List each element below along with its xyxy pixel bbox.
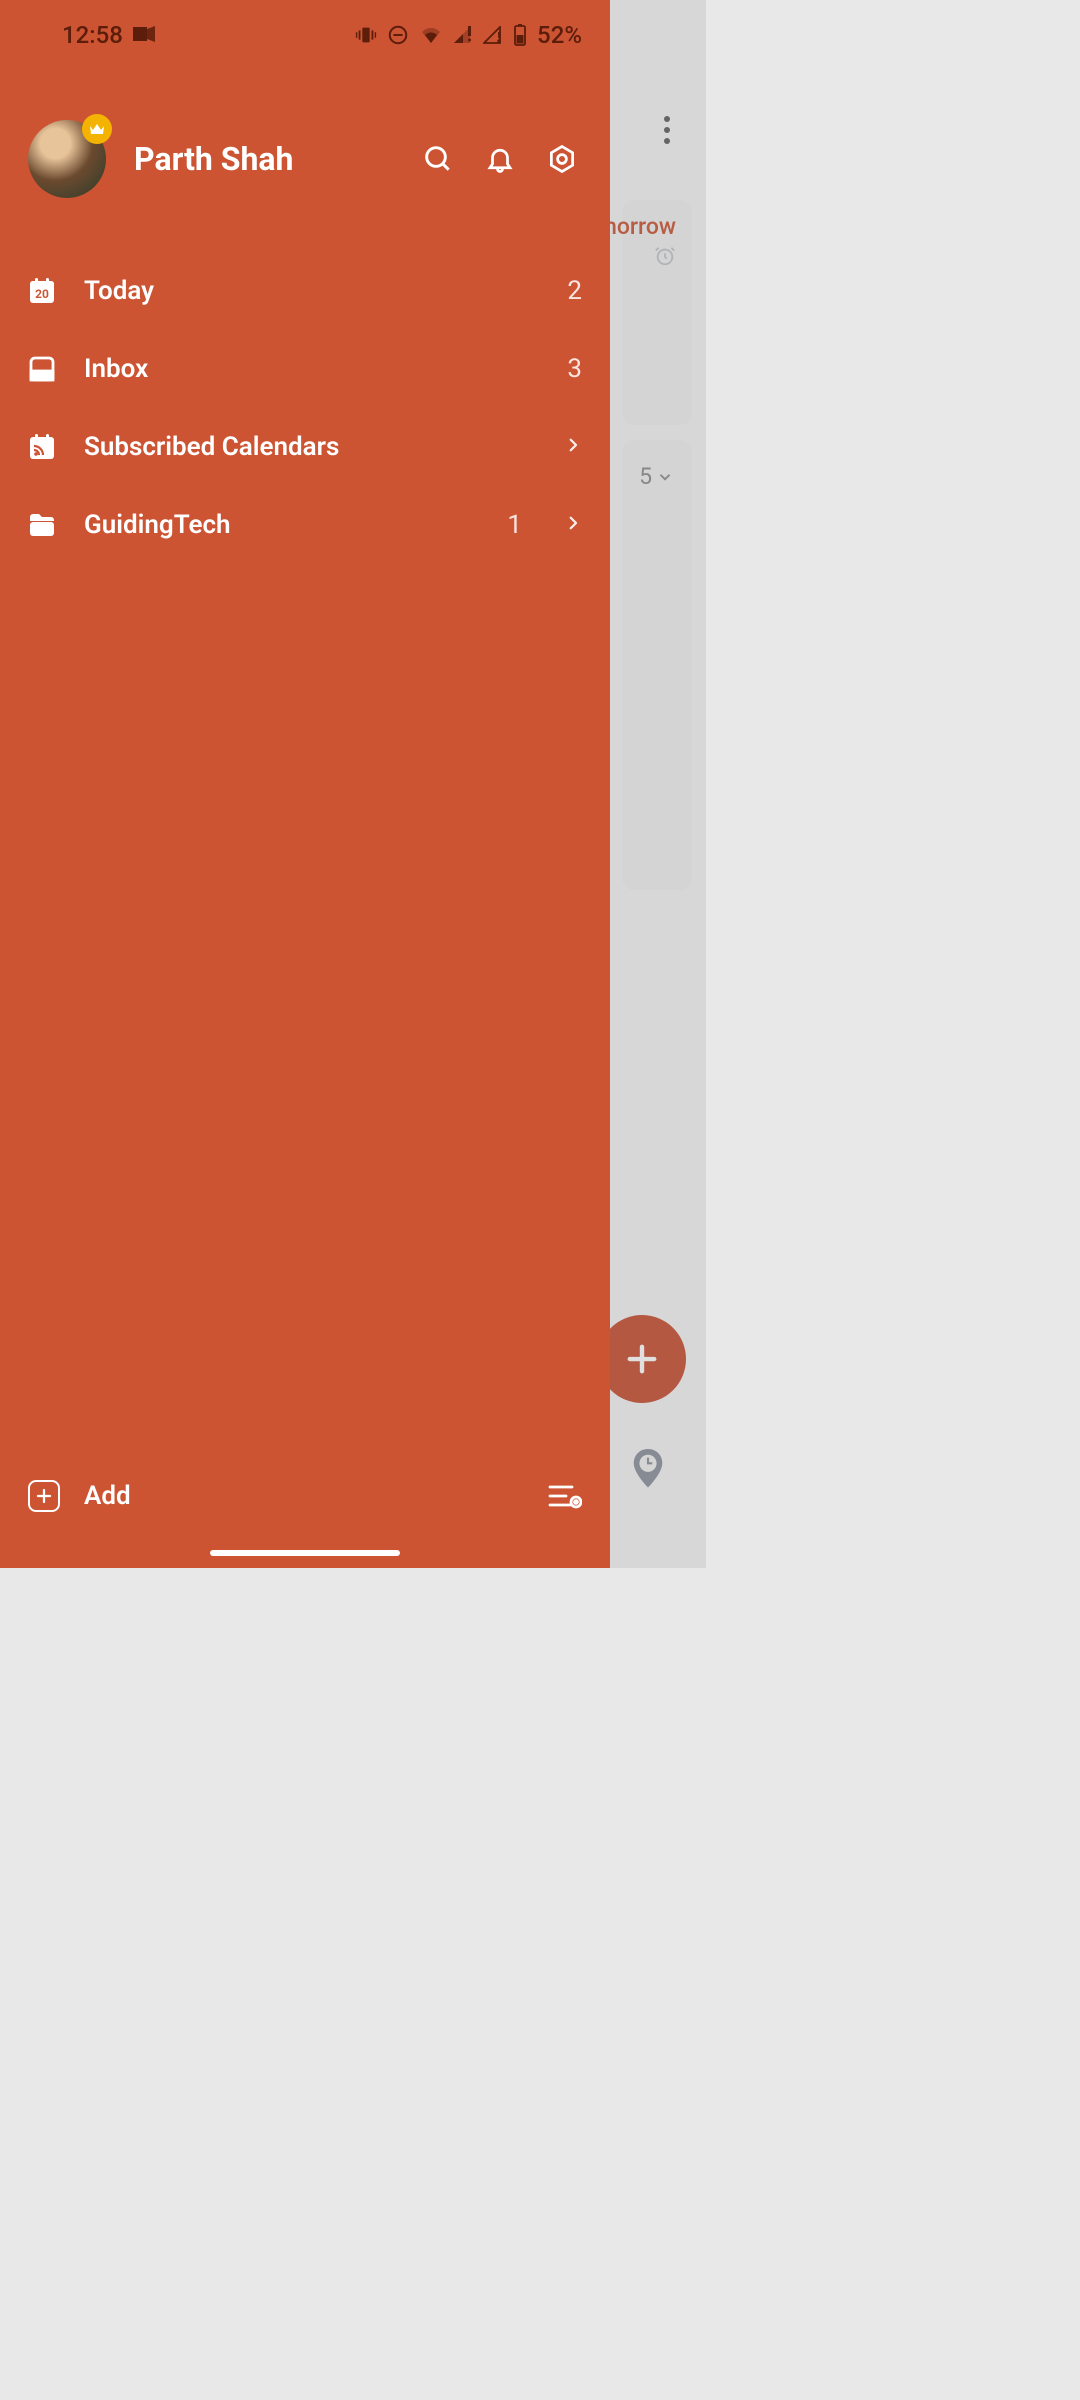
navigation-drawer: 12:58 52% bbox=[0, 0, 610, 1568]
signal-2-icon bbox=[483, 26, 503, 44]
chevron-right-icon bbox=[564, 514, 582, 536]
wifi-icon bbox=[419, 25, 443, 45]
menu-count: 1 bbox=[502, 510, 522, 540]
chevron-right-icon bbox=[564, 436, 582, 458]
vibrate-icon bbox=[355, 24, 377, 46]
menu-item-inbox[interactable]: Inbox 3 bbox=[0, 330, 610, 408]
outlook-icon bbox=[133, 21, 157, 49]
menu-label: GuidingTech bbox=[84, 510, 474, 540]
svg-text:20: 20 bbox=[35, 287, 49, 301]
status-battery-percent: 52% bbox=[537, 21, 582, 49]
menu-item-guidingtech[interactable]: GuidingTech 1 bbox=[0, 486, 610, 564]
add-icon[interactable] bbox=[28, 1480, 60, 1512]
profile-row[interactable]: Parth Shah bbox=[0, 70, 610, 222]
add-label[interactable]: Add bbox=[84, 1481, 548, 1511]
bell-icon[interactable] bbox=[480, 139, 520, 179]
menu-item-calendars[interactable]: Subscribed Calendars bbox=[0, 408, 610, 486]
battery-icon bbox=[513, 24, 527, 46]
navigation-handle[interactable] bbox=[210, 1550, 400, 1556]
menu-count: 3 bbox=[562, 354, 582, 384]
folder-icon bbox=[28, 511, 56, 539]
profile-name: Parth Shah bbox=[134, 140, 390, 178]
menu-item-today[interactable]: 20 Today 2 bbox=[0, 252, 610, 330]
menu-label: Today bbox=[84, 276, 534, 306]
calendar-day-icon: 20 bbox=[28, 277, 56, 305]
settings-icon[interactable] bbox=[542, 139, 582, 179]
dnd-icon bbox=[387, 24, 409, 46]
menu-list: 20 Today 2 Inbox 3 Subscribed Calendars bbox=[0, 222, 610, 564]
avatar[interactable] bbox=[28, 120, 106, 198]
status-bar: 12:58 52% bbox=[0, 0, 610, 70]
signal-1-icon bbox=[453, 26, 473, 44]
status-time: 12:58 bbox=[62, 21, 123, 49]
manage-list-icon[interactable] bbox=[548, 1483, 582, 1509]
menu-count: 2 bbox=[562, 276, 582, 306]
calendar-rss-icon bbox=[28, 433, 56, 461]
menu-label: Inbox bbox=[84, 354, 534, 384]
menu-label: Subscribed Calendars bbox=[84, 432, 522, 462]
inbox-icon bbox=[28, 355, 56, 383]
search-icon[interactable] bbox=[418, 139, 458, 179]
crown-badge-icon bbox=[82, 114, 112, 144]
